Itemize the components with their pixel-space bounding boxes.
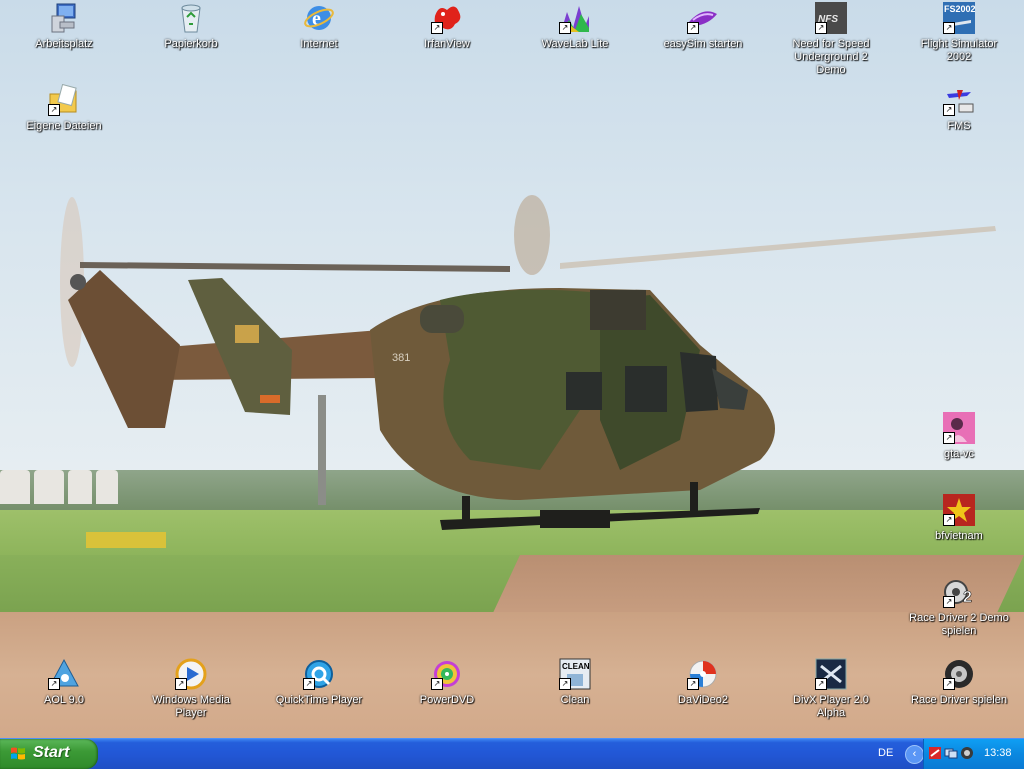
desktop-icon-label: PowerDVD	[419, 694, 475, 706]
desktop-icon-bfvietnam[interactable]: ↗ bfvietnam	[909, 494, 1009, 543]
shortcut-arrow-icon: ↗	[687, 678, 699, 690]
desktop-icon-fms[interactable]: ↗ FMS	[909, 84, 1009, 133]
clean-logo-text: CLEAN	[562, 662, 590, 671]
shortcut-arrow-icon: ↗	[559, 678, 571, 690]
shortcut-arrow-icon: ↗	[943, 678, 955, 690]
system-tray: 13:38	[923, 739, 1024, 769]
shortcut-arrow-icon: ↗	[943, 432, 955, 444]
fs-logo-text: FS2002	[944, 4, 975, 14]
shortcut-arrow-icon: ↗	[943, 596, 955, 608]
desktop-icon-internet[interactable]: e Internet	[269, 2, 369, 51]
quicktime-icon: ↗	[303, 658, 335, 690]
desktop-icon-label: Race Driver spielen	[911, 694, 1007, 706]
shortcut-arrow-icon: ↗	[943, 22, 955, 34]
tail-number: 381	[392, 352, 410, 364]
desktop-icon-label: WaveLab Lite	[541, 38, 609, 50]
desktop-icon-label: Clean	[560, 694, 590, 706]
flight-simulator-icon: FS2002 ↗	[943, 2, 976, 34]
desktop-icon-davideo[interactable]: ↗ DaViDeo2	[653, 658, 753, 707]
windows-logo-icon	[11, 747, 25, 760]
desktop-icon-race-driver[interactable]: ↗ Race Driver spielen	[909, 658, 1009, 707]
desktop-icon-easysim[interactable]: ↗ easySim starten	[653, 2, 753, 51]
bfvietnam-icon: ↗	[943, 494, 975, 526]
recycle-bin-icon	[175, 2, 207, 34]
desktop-icon-label: QuickTime Player	[275, 694, 363, 706]
desktop-icon-label: Eigene Dateien	[26, 120, 102, 132]
clean-icon: CLEAN ↗	[559, 658, 591, 690]
easysim-icon: ↗	[687, 2, 719, 34]
start-button[interactable]: Start	[0, 739, 98, 769]
my-documents-icon: ↗	[48, 83, 80, 116]
desktop-icon-race-driver-2[interactable]: 2 ↗ Race Driver 2 Demo spielen	[909, 576, 1009, 638]
desktop-icon-label: Papierkorb	[164, 38, 218, 50]
antivirus-tray-icon[interactable]	[928, 746, 942, 760]
shortcut-arrow-icon: ↗	[687, 22, 699, 34]
shortcut-arrow-icon: ↗	[175, 678, 187, 690]
desktop-icon-label: FMS	[947, 120, 971, 132]
irfanview-icon: ↗	[431, 2, 463, 34]
desktop-icon-powerdvd[interactable]: ↗ PowerDVD	[397, 658, 497, 707]
desktop-icon-label: easySim starten	[663, 38, 743, 50]
helicopter-image: 381	[60, 195, 996, 530]
desktop-icon-label: AOL 9.0	[44, 694, 84, 706]
clock[interactable]: 13:38	[984, 747, 1012, 759]
desktop-icon-label: Windows Media Player	[152, 694, 230, 719]
shortcut-arrow-icon: ↗	[48, 678, 60, 690]
davideo-icon: ↗	[687, 658, 719, 690]
shortcut-arrow-icon: ↗	[815, 22, 827, 34]
desktop-icon-label: Race Driver 2 Demo spielen	[909, 612, 1009, 637]
shortcut-arrow-icon: ↗	[48, 104, 60, 116]
desktop-icon-label: Internet	[300, 38, 338, 50]
shortcut-arrow-icon: ↗	[431, 678, 443, 690]
desktop-icon-irfanview[interactable]: ↗ IrfanView	[397, 2, 497, 51]
divx-icon: ↗	[815, 658, 847, 690]
desktop-icon-aol[interactable]: ↗ AOL 9.0	[14, 658, 114, 707]
powerdvd-icon: ↗	[431, 658, 463, 690]
aol-icon: ↗	[48, 658, 80, 690]
desktop-icon-label: Flight Simulator 2002	[920, 38, 998, 63]
desktop-icon-label: gta-vc	[944, 448, 974, 460]
desktop-icon-clean[interactable]: CLEAN ↗ Clean	[525, 658, 625, 707]
desktop-icon-wavelab[interactable]: ↗ WaveLab Lite	[525, 2, 625, 51]
language-indicator[interactable]: DE	[878, 747, 893, 759]
race-driver-2-icon: 2 ↗	[943, 576, 975, 608]
start-label: Start	[33, 744, 70, 761]
desktop-icon-flight-simulator[interactable]: FS2002 ↗ Flight Simulator 2002	[909, 2, 1009, 64]
media-player-icon: ↗	[175, 658, 207, 690]
desktop-icon-divx[interactable]: ↗ DivX Player 2.0 Alpha	[781, 658, 881, 720]
shortcut-arrow-icon: ↗	[815, 678, 827, 690]
desktop-icon-label: IrfanView	[424, 38, 470, 50]
gta-vc-icon: ↗	[943, 412, 975, 444]
desktop-icon-label: DivX Player 2.0 Alpha	[793, 694, 869, 719]
desktop-icon-papierkorb[interactable]: Papierkorb	[141, 2, 241, 51]
taskbar: Start DE ‹ 13:38	[0, 738, 1024, 769]
fms-icon: ↗	[943, 84, 975, 116]
rd2-logo-text: 2	[963, 589, 972, 606]
shortcut-arrow-icon: ↗	[303, 678, 315, 690]
desktop-icon-label: Need for Speed Underground 2 Demo	[792, 38, 870, 76]
desktop-wallpaper: 381	[0, 0, 1024, 738]
shortcut-arrow-icon: ↗	[431, 22, 443, 34]
show-hidden-icons-button[interactable]: ‹	[905, 745, 924, 764]
my-computer-icon	[48, 2, 80, 34]
desktop-icon-eigene-dateien[interactable]: ↗ Eigene Dateien	[14, 83, 114, 133]
desktop-icon-windows-media-player[interactable]: ↗ Windows Media Player	[141, 658, 241, 720]
shortcut-arrow-icon: ↗	[559, 22, 571, 34]
desktop-icon-quicktime[interactable]: ↗ QuickTime Player	[269, 658, 369, 707]
nfs-icon: NFS ↗	[815, 2, 847, 34]
desktop-icon-label: Arbeitsplatz	[35, 38, 93, 50]
network-tray-icon[interactable]	[944, 746, 958, 760]
wavelab-icon: ↗	[559, 2, 591, 34]
shortcut-arrow-icon: ↗	[943, 104, 955, 116]
race-driver-icon: ↗	[943, 658, 975, 690]
internet-explorer-icon: e	[303, 2, 335, 34]
shortcut-arrow-icon: ↗	[943, 514, 955, 526]
desktop-icon-label: bfvietnam	[935, 530, 983, 542]
desktop-icon-gta-vc[interactable]: ↗ gta-vc	[909, 412, 1009, 461]
desktop-icon-nfs[interactable]: NFS ↗ Need for Speed Underground 2 Demo	[781, 2, 881, 77]
desktop-icon-arbeitsplatz[interactable]: Arbeitsplatz	[14, 2, 114, 51]
desktop-icon-label: DaViDeo2	[678, 694, 728, 706]
volume-tray-icon[interactable]	[960, 746, 974, 760]
